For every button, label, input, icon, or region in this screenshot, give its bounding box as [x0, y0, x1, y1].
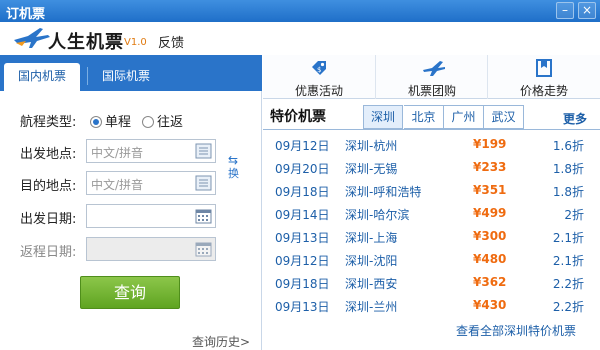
destination-label: 目的地点:: [20, 179, 77, 194]
swap-label: 换: [228, 167, 239, 180]
airplane-icon: [423, 61, 445, 76]
minimize-button[interactable]: –: [556, 2, 574, 19]
search-panel: 国内机票 国际机票 航程类型: 单程 往返 出发地点: 中文/拼音 ⇆ 换 目的地…: [0, 55, 262, 350]
flight-date: 09月18日: [275, 277, 330, 291]
svg-text:$: $: [317, 66, 321, 74]
feature-links: $ 优惠活动 机票团购 价格走势: [263, 55, 600, 99]
flight-discount: 1.6折: [552, 139, 584, 153]
flight-row[interactable]: 09月18日 深圳-呼和浩特 ¥351 1.8折: [263, 179, 600, 202]
group-buy-link[interactable]: 机票团购: [375, 55, 487, 99]
search-button[interactable]: 查询: [80, 276, 180, 309]
depart-date-input[interactable]: [86, 204, 216, 228]
flight-discount: 2.2折: [552, 300, 584, 314]
title-bar: 订机票 – ×: [0, 0, 600, 22]
flight-price: ¥430: [473, 298, 507, 312]
flight-date: 09月13日: [275, 300, 330, 314]
flight-route: 深圳-呼和浩特: [345, 185, 422, 199]
version-label: V1.0: [124, 37, 147, 48]
destination-city-input[interactable]: 中文/拼音: [86, 171, 216, 195]
flight-route: 深圳-哈尔滨: [345, 208, 410, 222]
promotions-link[interactable]: $ 优惠活动: [263, 55, 375, 99]
city-tab-beijing[interactable]: 北京: [404, 105, 444, 129]
list-divider: [263, 129, 600, 130]
depart-label: 出发地点:: [20, 147, 77, 162]
bookmark-chart-icon: [536, 59, 552, 77]
swap-cities-button[interactable]: ⇆ 换: [228, 153, 239, 181]
calendar-icon[interactable]: [195, 208, 212, 224]
flight-row[interactable]: 09月14日 深圳-哈尔滨 ¥499 2折: [263, 202, 600, 225]
swap-arrow-icon: ⇆: [228, 153, 239, 167]
flight-discount: 2.1折: [552, 231, 584, 245]
destination-city-placeholder: 中文/拼音: [91, 178, 144, 192]
return-date-label: 返程日期:: [20, 245, 77, 260]
radio-round-trip-label: 往返: [157, 115, 184, 130]
address-book-icon[interactable]: [195, 175, 212, 191]
flight-discount: 1.8折: [552, 185, 584, 199]
flight-route: 深圳-沈阳: [345, 254, 398, 268]
flight-route: 深圳-兰州: [345, 300, 398, 314]
flight-date: 09月18日: [275, 185, 330, 199]
view-all-specials-link[interactable]: 查看全部深圳特价机票: [456, 322, 576, 339]
group-buy-label: 机票团购: [407, 84, 456, 98]
trip-type-label: 航程类型:: [20, 115, 77, 130]
calendar-icon: [195, 242, 212, 257]
return-date-input: [86, 237, 216, 261]
depart-city-placeholder: 中文/拼音: [91, 146, 144, 160]
flight-row[interactable]: 09月18日 深圳-西安 ¥362 2.2折: [263, 271, 600, 294]
special-fares-title: 特价机票: [270, 109, 326, 125]
depart-city-input[interactable]: 中文/拼音: [86, 139, 216, 163]
city-tab-guangzhou[interactable]: 广州: [444, 105, 484, 129]
flight-price: ¥300: [473, 229, 507, 243]
city-tab-shenzhen[interactable]: 深圳: [363, 105, 403, 129]
price-trend-link[interactable]: 价格走势: [487, 55, 599, 99]
radio-selected-icon: [90, 116, 102, 128]
flight-date: 09月12日: [275, 139, 330, 153]
radio-one-way[interactable]: 单程: [90, 111, 131, 130]
tab-international[interactable]: 国际机票: [88, 63, 164, 91]
airplane-logo-icon: [14, 28, 50, 48]
flight-route: 深圳-杭州: [345, 139, 398, 153]
close-button[interactable]: ×: [578, 2, 596, 19]
flight-price: ¥199: [473, 137, 507, 151]
flight-route: 深圳-西安: [345, 277, 398, 291]
window-title: 订机票: [6, 7, 46, 22]
depart-date-label: 出发日期:: [20, 212, 77, 227]
radio-round-trip[interactable]: 往返: [142, 111, 183, 130]
tag-icon: $: [312, 61, 326, 75]
search-history-link[interactable]: 查询历史>: [192, 333, 250, 350]
feedback-link[interactable]: 反馈: [158, 32, 184, 51]
special-fares-panel: $ 优惠活动 机票团购 价格走势 特价机票 深圳 北京 广州 武汉 更多 09月…: [263, 55, 600, 350]
flight-discount: 2.1折: [552, 254, 584, 268]
flight-discount: 2折: [564, 208, 584, 222]
flight-price: ¥351: [473, 183, 507, 197]
promotions-label: 优惠活动: [294, 84, 343, 98]
tab-domestic[interactable]: 国内机票: [4, 63, 81, 91]
flight-row[interactable]: 09月13日 深圳-兰州 ¥430 2.2折: [263, 294, 600, 317]
flight-date: 09月14日: [275, 208, 330, 222]
header-bar: 人生机票 V1.0 反馈: [0, 22, 600, 55]
ticket-type-tabs: 国内机票 国际机票: [0, 55, 262, 91]
logo-text: 人生机票: [48, 32, 124, 53]
flight-discount: 2.2折: [552, 277, 584, 291]
flight-price: ¥480: [473, 252, 507, 266]
flight-date: 09月12日: [275, 254, 330, 268]
flight-row[interactable]: 09月12日 深圳-杭州 ¥199 1.6折: [263, 133, 600, 156]
flight-row[interactable]: 09月13日 深圳-上海 ¥300 2.1折: [263, 225, 600, 248]
address-book-icon[interactable]: [195, 143, 212, 159]
radio-unselected-icon: [142, 116, 154, 128]
flight-price: ¥233: [473, 160, 507, 174]
flight-row[interactable]: 09月20日 深圳-无锡 ¥233 1.8折: [263, 156, 600, 179]
city-tab-wuhan[interactable]: 武汉: [484, 105, 524, 129]
price-trend-label: 价格走势: [519, 84, 568, 98]
flight-row[interactable]: 09月12日 深圳-沈阳 ¥480 2.1折: [263, 248, 600, 271]
flight-date: 09月20日: [275, 162, 330, 176]
flight-route: 深圳-上海: [345, 231, 398, 245]
radio-one-way-label: 单程: [105, 115, 132, 130]
more-link[interactable]: 更多: [563, 110, 587, 127]
flight-date: 09月13日: [275, 231, 330, 245]
flight-price: ¥362: [473, 275, 507, 289]
flight-discount: 1.8折: [552, 162, 584, 176]
flight-route: 深圳-无锡: [345, 162, 398, 176]
flight-price: ¥499: [473, 206, 507, 220]
